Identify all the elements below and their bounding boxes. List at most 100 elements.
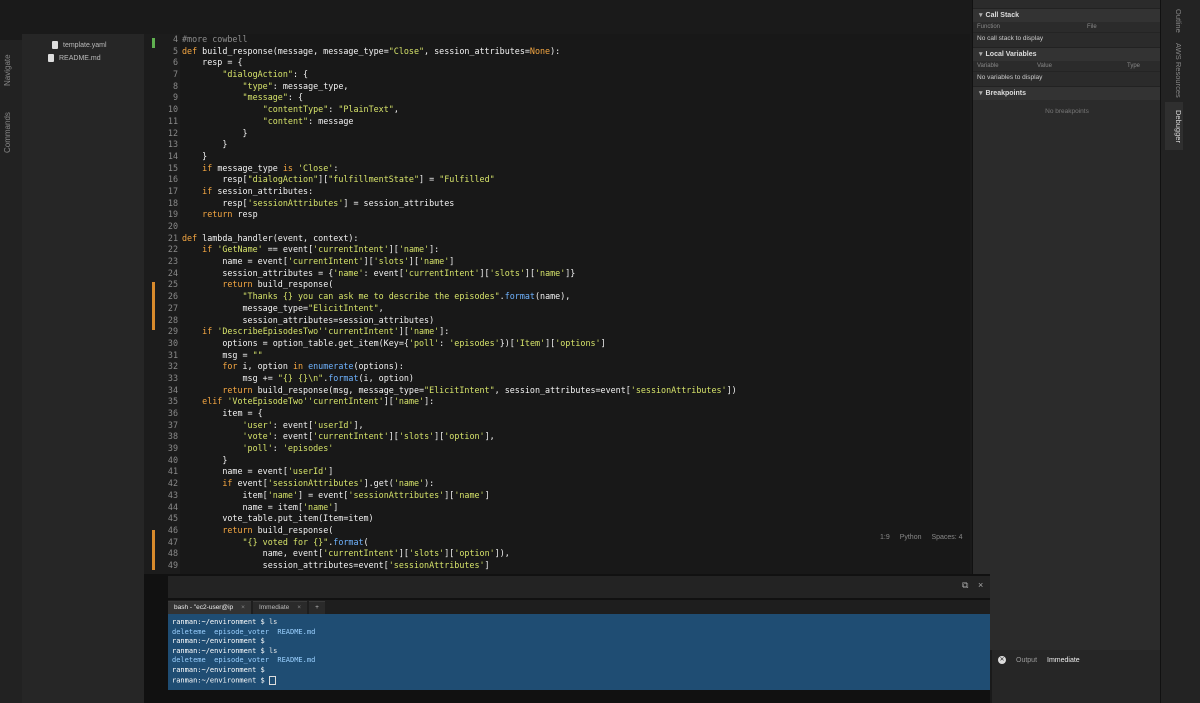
line-number: 14 <box>167 150 178 161</box>
code-line: options = option_table.get_item(Key={'po… <box>182 337 606 348</box>
tab-immediate[interactable]: Immediate × <box>252 601 308 614</box>
tab-bash[interactable]: bash - "ec2-user@ip × <box>168 601 251 614</box>
line-number: 37 <box>167 419 178 430</box>
close-icon[interactable]: × <box>297 602 301 614</box>
code-line: if 'DescribeEpisodesTwo''currentIntent']… <box>202 326 450 337</box>
tab-outline[interactable]: Outline <box>1165 4 1183 38</box>
line-number: 30 <box>167 337 178 348</box>
line-number: 29 <box>167 326 178 337</box>
close-icon[interactable]: ✕ <box>998 656 1006 664</box>
line-number: 27 <box>167 302 178 313</box>
code-line: item['name'] = event['sessionAttributes'… <box>182 489 490 500</box>
breakpoints-header[interactable]: ▾ Breakpoints <box>973 86 1161 100</box>
code-line: msg += "{} {}\n".format(i, option) <box>182 372 414 383</box>
terminal-line: ranman:~/environment $ <box>172 675 986 686</box>
code-line: 'vote': event['currentIntent']['slots'][… <box>242 431 495 442</box>
terminal-line: ranman:~/environment $ ls <box>172 618 278 626</box>
line-number: 25 <box>167 279 178 290</box>
column-header: File <box>1087 24 1097 30</box>
terminal[interactable]: ranman:~/environment $ ls deleteme episod… <box>168 614 990 690</box>
tab-immediate-output[interactable]: Immediate <box>1047 657 1080 664</box>
tab-aws-resources[interactable]: AWS Resources <box>1165 38 1183 102</box>
line-number: 4 <box>172 34 178 44</box>
code-line: return build_response(msg, message_type=… <box>222 384 737 395</box>
line-number: 11 <box>167 115 178 126</box>
file-item[interactable]: README.md <box>48 51 101 65</box>
column-header: Type <box>1127 63 1141 69</box>
code-line: session_attributes=session_attributes) <box>182 314 435 325</box>
line-number: 15 <box>167 162 178 173</box>
column-header: Variable <box>977 63 999 69</box>
line-number: 13 <box>167 139 178 150</box>
tab-label: Immediate <box>258 604 290 611</box>
line-number: 20 <box>167 221 178 231</box>
local-variables-header[interactable]: ▾ Local Variables <box>973 47 1161 61</box>
line-number: 48 <box>167 548 178 559</box>
section-title: Breakpoints <box>985 90 1026 97</box>
code-line: "message": { <box>242 92 304 103</box>
line-number: 33 <box>167 372 178 383</box>
column-header: Function <box>977 24 1001 30</box>
file-name: README.md <box>59 54 101 62</box>
local-variables-empty: No variables to display <box>973 71 1161 84</box>
code-line: vote_table.put_item(Item=item) <box>182 513 374 524</box>
local-variables-columns: Variable Value Type <box>973 61 1161 71</box>
code-line: "type": message_type, <box>242 80 349 91</box>
right-tab-strip: Outline AWS Resources Debugger <box>1160 0 1200 703</box>
editor-status-bar: 1:9 Python Spaces: 4 <box>880 534 971 541</box>
terminal-header: ⧉ × <box>168 576 990 598</box>
close-icon[interactable]: × <box>241 602 245 614</box>
output-panel: ✕ Output Immediate <box>992 650 1160 703</box>
line-number: 8 <box>172 80 178 91</box>
code-line: name = item['name'] <box>182 501 339 512</box>
line-number: 23 <box>167 256 178 267</box>
tab-debugger[interactable]: Debugger <box>1165 102 1183 150</box>
line-number: 36 <box>167 408 178 418</box>
line-numbers: 4 5 6 7 8 9 10 11 12 13 14 15 16 17 18 19 20 21 22 23 24 25 26… <box>150 34 178 572</box>
tab-commands[interactable]: Commands <box>3 108 19 158</box>
debugger-panel: ▾ Call Stack Function File No call stack … <box>972 0 1161 650</box>
line-number: 17 <box>167 185 178 196</box>
tab-output[interactable]: Output <box>1016 657 1037 664</box>
line-number: 42 <box>167 478 178 489</box>
line-number: 28 <box>167 314 178 325</box>
new-tab-button[interactable]: + <box>309 601 325 614</box>
code-line: 'poll': 'episodes' <box>242 443 334 454</box>
code-editor[interactable]: #more cowbell def build_response(message,… <box>180 34 970 574</box>
line-number: 16 <box>167 174 178 185</box>
call-stack-header[interactable]: ▾ Call Stack <box>973 8 1161 22</box>
file-item[interactable]: template.yaml <box>52 38 107 52</box>
tab-navigate[interactable]: Navigate <box>3 50 19 90</box>
code-content[interactable]: #more cowbell def build_response(message,… <box>182 34 737 572</box>
section-title: Call Stack <box>985 12 1019 19</box>
code-line: #more cowbell <box>182 34 248 44</box>
cursor-position: 1:9 <box>880 534 890 541</box>
line-number: 32 <box>167 361 178 372</box>
code-line: } <box>182 454 228 465</box>
indent-setting[interactable]: Spaces: 4 <box>931 534 962 541</box>
line-number: 6 <box>172 57 178 68</box>
line-number: 24 <box>167 267 178 278</box>
code-line: message_type="ElicitIntent", <box>182 302 384 313</box>
code-line: "Thanks {} you can ask me to describe th… <box>242 291 571 302</box>
close-icon[interactable]: × <box>978 580 983 590</box>
left-tab-strip: Navigate Commands <box>0 40 23 703</box>
line-number: 47 <box>167 536 178 547</box>
code-line: if event['sessionAttributes'].get('name'… <box>222 478 435 489</box>
file-name: template.yaml <box>63 41 107 49</box>
file-icon <box>52 41 58 49</box>
line-number: 38 <box>167 431 178 442</box>
line-number: 39 <box>167 443 178 454</box>
code-line: "contentType": "PlainText", <box>262 104 399 115</box>
line-number: 40 <box>167 454 178 465</box>
language-mode[interactable]: Python <box>900 534 922 541</box>
code-line: if message_type is 'Close': <box>202 162 339 173</box>
line-number: 9 <box>172 92 178 103</box>
maximize-icon[interactable]: ⧉ <box>962 580 968 591</box>
code-line: item = { <box>182 408 263 418</box>
code-line: def lambda_handler(event, context): <box>182 232 359 243</box>
line-number: 43 <box>167 489 178 500</box>
call-stack-columns: Function File <box>973 22 1161 32</box>
caret-down-icon: ▾ <box>979 51 983 58</box>
